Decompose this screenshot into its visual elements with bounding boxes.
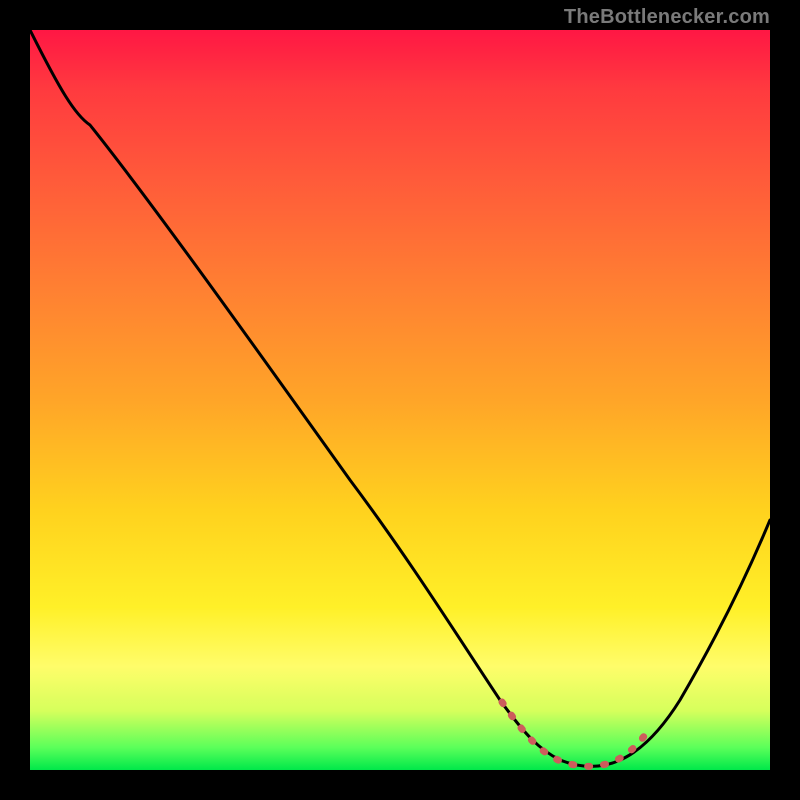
curve-min-highlight [502, 702, 645, 766]
bottleneck-curve [30, 30, 770, 770]
curve-main [30, 30, 770, 766]
plot-gradient-area [30, 30, 770, 770]
watermark-text: TheBottlenecker.com [564, 6, 770, 29]
chart-frame: TheBottlenecker.com [0, 0, 800, 800]
